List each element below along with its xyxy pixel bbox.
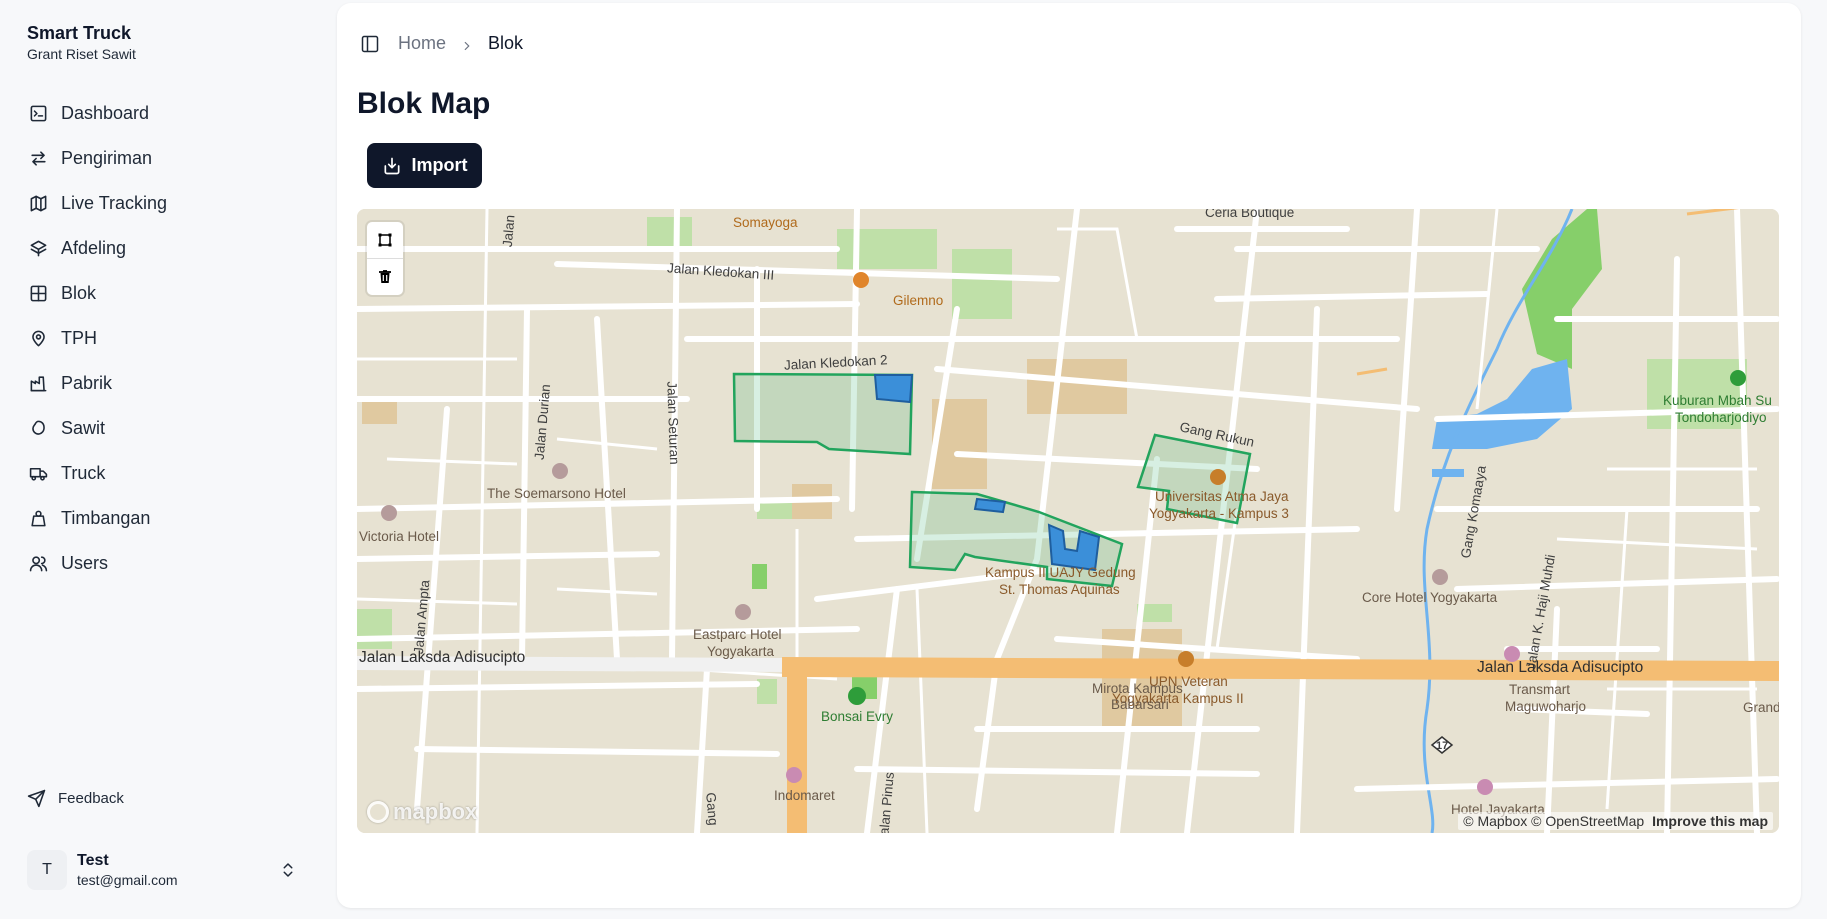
attribution-text[interactable]: © Mapbox © OpenStreetMap xyxy=(1463,813,1644,829)
sidebar-item-label: Live Tracking xyxy=(61,193,168,213)
map-label-eastparc-1: Eastparc Hotel xyxy=(693,627,782,642)
user-info: Test test@gmail.com xyxy=(77,851,178,889)
map-label-kampus2-1: Kampus II UAJY Gedung xyxy=(985,565,1136,580)
breadcrumb: Home Blok xyxy=(360,33,523,54)
sidebar-item-label: Sawit xyxy=(61,418,106,438)
map-label-indomaret: Indomaret xyxy=(774,788,835,803)
map-label-kuburan-2: Tondoharjodiyo xyxy=(1675,410,1767,425)
user-menu[interactable]: T Test test@gmail.com xyxy=(27,846,297,894)
main-card: Home Blok Blok Map Import Somayoga Ceria… xyxy=(337,3,1801,908)
map-icon xyxy=(28,194,48,214)
sidebar-item-label: Pabrik xyxy=(61,373,113,393)
sidebar-item-blok[interactable]: Blok xyxy=(20,271,320,316)
sidebar-item-tph[interactable]: TPH xyxy=(20,316,320,361)
map-draw-toolbar xyxy=(367,222,403,295)
map-label-victoria: Victoria Hotel xyxy=(359,529,440,544)
map-label-seturan: Jalan Seturan xyxy=(664,381,683,465)
map-label-mirota-1: Mirota Kampus xyxy=(1092,681,1183,696)
sidebar-item-label: Dashboard xyxy=(61,103,150,123)
map-label-uajy-2: Yogyakarta - Kampus 3 xyxy=(1149,506,1289,521)
polygon-icon xyxy=(378,233,392,247)
chevrons-up-down-icon xyxy=(279,860,297,880)
sidebar-toggle-icon[interactable] xyxy=(360,34,380,54)
trash-icon xyxy=(379,269,391,283)
map-label-ceria: Ceria Boutique xyxy=(1205,209,1295,220)
import-icon xyxy=(384,157,399,174)
sidebar-item-dashboard[interactable]: Dashboard xyxy=(20,91,320,136)
brand[interactable]: Smart Truck Grant Riset Sawit xyxy=(27,22,136,63)
blok-map[interactable]: Somayoga Ceria Boutique Jalan Kledokan I… xyxy=(357,209,1779,833)
map-label-adisucipto-east: Jalan Laksda Adisucipto xyxy=(1477,659,1644,676)
page-title: Blok Map xyxy=(357,87,491,120)
app-subtitle: Grant Riset Sawit xyxy=(27,46,136,62)
map-label-kuburan-1: Kuburan Mbah Su xyxy=(1663,393,1772,408)
sidebar-item-label: Users xyxy=(61,553,109,573)
blok-polygon-2[interactable] xyxy=(873,374,914,404)
users-icon xyxy=(28,554,48,574)
sidebar-item-truck[interactable]: Truck xyxy=(20,451,320,496)
factory-icon xyxy=(28,374,48,394)
weight-icon xyxy=(28,509,48,529)
map-label-jalan-top: Jalan xyxy=(499,214,518,248)
chevron-right-icon xyxy=(460,37,474,51)
sidebar-item-label: TPH xyxy=(61,328,97,348)
trash-button[interactable] xyxy=(367,258,403,294)
map-label-transmart-1: Transmart xyxy=(1509,682,1571,697)
sidebar-item-afdeling[interactable]: Afdeling xyxy=(20,226,320,271)
breadcrumb-home[interactable]: Home xyxy=(398,33,446,54)
map-canvas[interactable] xyxy=(357,209,1779,833)
map-pin-icon xyxy=(28,329,48,349)
sidebar-item-label: Afdeling xyxy=(61,238,127,258)
dashboard-icon xyxy=(28,104,48,124)
sidebar-item-pabrik[interactable]: Pabrik xyxy=(20,361,320,406)
blok-polygon-4[interactable] xyxy=(973,497,1007,514)
map-label-mirota-2: Babarsari xyxy=(1111,697,1169,712)
sidebar-item-users[interactable]: Users xyxy=(20,541,320,586)
sidebar-item-pengiriman[interactable]: Pengiriman xyxy=(20,136,320,181)
sidebar-item-label: Timbangan xyxy=(61,508,151,528)
mapbox-logo[interactable]: mapbox xyxy=(367,799,477,825)
map-label-bonsai: Bonsai Evry xyxy=(821,709,894,724)
feedback-label: Feedback xyxy=(58,790,124,807)
avatar: T xyxy=(27,850,67,890)
feedback-link[interactable]: Feedback xyxy=(27,789,124,808)
map-label-somayoga: Somayoga xyxy=(733,215,798,230)
map-label-soemarsono: The Soemarsono Hotel xyxy=(487,486,626,501)
map-label-gilemno: Gilemno xyxy=(893,293,944,308)
map-label-core-hotel: Core Hotel Yogyakarta xyxy=(1362,590,1498,605)
send-icon xyxy=(27,789,46,808)
mapbox-logo-icon xyxy=(367,801,389,823)
map-label-eastparc-2: Yogyakarta xyxy=(707,644,775,659)
arrows-left-right-icon xyxy=(28,149,48,169)
truck-icon xyxy=(28,464,48,484)
sidebar-nav: Dashboard Pengiriman Live Tracking Afdel… xyxy=(20,91,320,586)
sidebar-item-timbangan[interactable]: Timbangan xyxy=(20,496,320,541)
import-label: Import xyxy=(411,155,468,175)
breadcrumb-current: Blok xyxy=(488,33,524,53)
improve-map-link[interactable]: Improve this map xyxy=(1652,813,1768,829)
app-title: Smart Truck xyxy=(27,23,132,43)
map-label-kampus2-2: St. Thomas Aquinas xyxy=(999,582,1120,597)
mapbox-logo-text: mapbox xyxy=(393,799,478,824)
draw-polygon-button[interactable] xyxy=(367,222,403,258)
sidebar-item-live-tracking[interactable]: Live Tracking xyxy=(20,181,320,226)
bean-icon xyxy=(28,419,48,439)
map-label-grand: Grand xyxy=(1743,700,1779,715)
layers-icon xyxy=(28,239,48,259)
sidebar-item-sawit[interactable]: Sawit xyxy=(20,406,320,451)
sidebar: Smart Truck Grant Riset Sawit Dashboard … xyxy=(0,0,335,919)
user-email: test@gmail.com xyxy=(77,872,178,888)
map-label-uajy-1: Universitas Atma Jaya xyxy=(1155,489,1289,504)
map-label-gang-bottom: Gang xyxy=(703,791,721,827)
import-button[interactable]: Import xyxy=(367,143,482,188)
map-label-route-17: 17 xyxy=(1436,740,1449,752)
map-label-adisucipto-west: Jalan Laksda Adisucipto xyxy=(359,649,526,666)
grid-icon xyxy=(28,284,48,304)
sidebar-item-label: Blok xyxy=(61,283,97,303)
map-attribution: © Mapbox © OpenStreetMap Improve this ma… xyxy=(1458,812,1773,830)
sidebar-item-label: Truck xyxy=(61,463,106,483)
sidebar-item-label: Pengiriman xyxy=(61,148,153,168)
user-name: Test xyxy=(77,852,109,869)
map-label-transmart-2: Maguwoharjo xyxy=(1505,699,1587,714)
